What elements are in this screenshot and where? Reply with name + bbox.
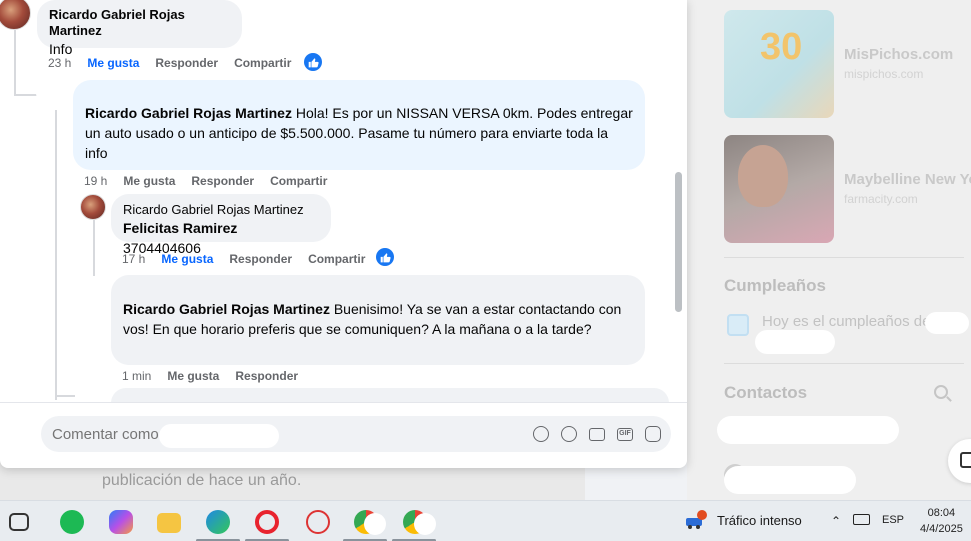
reply-button[interactable]: Responder bbox=[155, 56, 218, 70]
comment-author[interactable]: Ricardo Gabriel Rojas Martinez bbox=[123, 301, 330, 317]
comment-author[interactable]: Ricardo Gabriel Rojas Martinez bbox=[85, 105, 292, 121]
task-view-icon[interactable] bbox=[9, 513, 29, 531]
avatar-sticker-icon[interactable] bbox=[533, 426, 549, 442]
new-message-button[interactable] bbox=[948, 439, 971, 483]
gif-icon[interactable]: GIF bbox=[617, 428, 633, 441]
ad-domain: mispichos.com bbox=[844, 67, 924, 81]
divider bbox=[0, 402, 687, 403]
compose-icon bbox=[960, 452, 971, 468]
ad-badge: 30 bbox=[760, 26, 803, 68]
divider bbox=[724, 363, 964, 364]
like-button[interactable]: Me gusta bbox=[167, 369, 219, 383]
redacted-contact bbox=[717, 416, 899, 444]
thread-line bbox=[55, 395, 75, 397]
spotify-icon[interactable] bbox=[60, 510, 84, 534]
share-button[interactable]: Compartir bbox=[270, 174, 327, 188]
reply-button[interactable]: Responder bbox=[191, 174, 254, 188]
contacts-heading: Contactos bbox=[724, 383, 808, 402]
file-explorer-icon[interactable] bbox=[157, 513, 181, 533]
comment-time[interactable]: 23 h bbox=[48, 56, 71, 70]
thread-line bbox=[14, 30, 16, 94]
divider bbox=[724, 257, 964, 258]
redacted-contact bbox=[724, 466, 856, 494]
comment-thread: Ricardo Gabriel Rojas Martinez Info 23 h… bbox=[0, 0, 687, 402]
emoji-icon[interactable] bbox=[561, 426, 577, 442]
chevron-up-icon[interactable]: ⌃ bbox=[831, 514, 841, 528]
camera-icon[interactable] bbox=[589, 428, 605, 441]
redacted-profile bbox=[364, 513, 386, 535]
comment-author[interactable]: Ricardo Gabriel Rojas Martinez bbox=[123, 202, 319, 218]
comment-time[interactable]: 19 h bbox=[84, 174, 107, 188]
birthdays-heading: Cumpleaños bbox=[724, 276, 827, 295]
comment-bubble: Ricardo Gabriel Rojas Martinez Info bbox=[37, 0, 242, 57]
redacted-name bbox=[925, 312, 969, 334]
comment-actions: 23 h Me gusta Responder Compartir bbox=[48, 56, 307, 70]
right-rail: 30 MisPichos.com mispichos.com Maybellin… bbox=[687, 0, 971, 500]
like-button[interactable]: Me gusta bbox=[123, 174, 175, 188]
traffic-status[interactable]: Tráfico intenso bbox=[717, 513, 802, 528]
redacted-name bbox=[755, 330, 835, 354]
thread-line bbox=[55, 110, 57, 400]
ad-title[interactable]: Maybelline New Yo bbox=[844, 171, 971, 188]
traffic-icon[interactable] bbox=[684, 508, 708, 532]
comment-time[interactable]: 17 h bbox=[122, 252, 145, 266]
scrollbar[interactable] bbox=[675, 172, 682, 312]
like-button[interactable]: Me gusta bbox=[87, 56, 139, 70]
opera-icon[interactable] bbox=[255, 510, 279, 534]
share-button[interactable]: Compartir bbox=[234, 56, 291, 70]
avatar[interactable] bbox=[80, 194, 106, 220]
ad-domain: farmacity.com bbox=[844, 192, 918, 206]
comment-time[interactable]: 1 min bbox=[122, 369, 151, 383]
redacted-user-name bbox=[159, 424, 279, 448]
comment-input[interactable] bbox=[52, 426, 172, 443]
thread-line bbox=[14, 94, 38, 96]
ad-title[interactable]: MisPichos.com bbox=[844, 46, 953, 63]
comment-bubble: Ricardo Gabriel Rojas Martinez Felicitas… bbox=[111, 194, 331, 256]
clock[interactable]: 08:04 4/4/2025 bbox=[920, 505, 963, 537]
comment-composer[interactable]: GIF bbox=[41, 416, 671, 452]
partial-comment-bubble bbox=[111, 388, 669, 402]
app-icon[interactable] bbox=[306, 510, 330, 534]
clock-date: 4/4/2025 bbox=[920, 523, 963, 535]
search-icon[interactable] bbox=[934, 385, 948, 399]
gift-icon bbox=[727, 314, 749, 336]
like-reaction-icon[interactable] bbox=[304, 53, 322, 71]
mention-link[interactable]: Felicitas Ramirez bbox=[123, 220, 237, 236]
comment-actions: 17 h Me gusta Responder Compartir bbox=[122, 252, 381, 266]
thread-line bbox=[93, 218, 95, 280]
comment-body: Ricardo Gabriel Rojas Martinez Buenisimo… bbox=[123, 299, 633, 339]
taskbar bbox=[0, 500, 971, 541]
battery-icon[interactable] bbox=[853, 514, 870, 525]
ad-model-face bbox=[738, 145, 788, 207]
background-post-text: publicación de hace un año. bbox=[102, 472, 302, 489]
reply-button[interactable]: Responder bbox=[229, 252, 292, 266]
ad-image-mispichos[interactable]: 30 bbox=[724, 10, 834, 118]
comment-text: Info bbox=[49, 41, 73, 57]
reply-button[interactable]: Responder bbox=[235, 369, 298, 383]
comment-actions: 1 min Me gusta Responder bbox=[122, 369, 314, 383]
ad-image-maybelline[interactable] bbox=[724, 135, 834, 243]
copilot-icon[interactable] bbox=[109, 510, 133, 534]
comments-dialog: Ricardo Gabriel Rojas Martinez Info 23 h… bbox=[0, 0, 687, 468]
share-button[interactable]: Compartir bbox=[308, 252, 365, 266]
comment-body: Ricardo Gabriel Rojas Martinez Hola! Es … bbox=[85, 103, 633, 163]
comment-bubble: Ricardo Gabriel Rojas Martinez Buenisimo… bbox=[111, 275, 645, 365]
avatar[interactable] bbox=[0, 0, 31, 30]
comment-bubble-highlighted: Ricardo Gabriel Rojas Martinez Hola! Es … bbox=[73, 80, 645, 170]
like-button[interactable]: Me gusta bbox=[161, 252, 213, 266]
redacted-profile bbox=[414, 513, 436, 535]
birthday-text[interactable]: Hoy es el cumpleaños de bbox=[762, 313, 930, 330]
sticker-icon[interactable] bbox=[645, 426, 661, 442]
like-reaction-icon[interactable] bbox=[376, 248, 394, 266]
clock-time: 08:04 bbox=[927, 507, 956, 519]
comment-actions: 19 h Me gusta Responder Compartir bbox=[84, 174, 343, 188]
edge-icon[interactable] bbox=[206, 510, 230, 534]
comment-author[interactable]: Ricardo Gabriel Rojas Martinez bbox=[49, 7, 230, 39]
language-indicator[interactable]: ESP bbox=[882, 514, 904, 526]
